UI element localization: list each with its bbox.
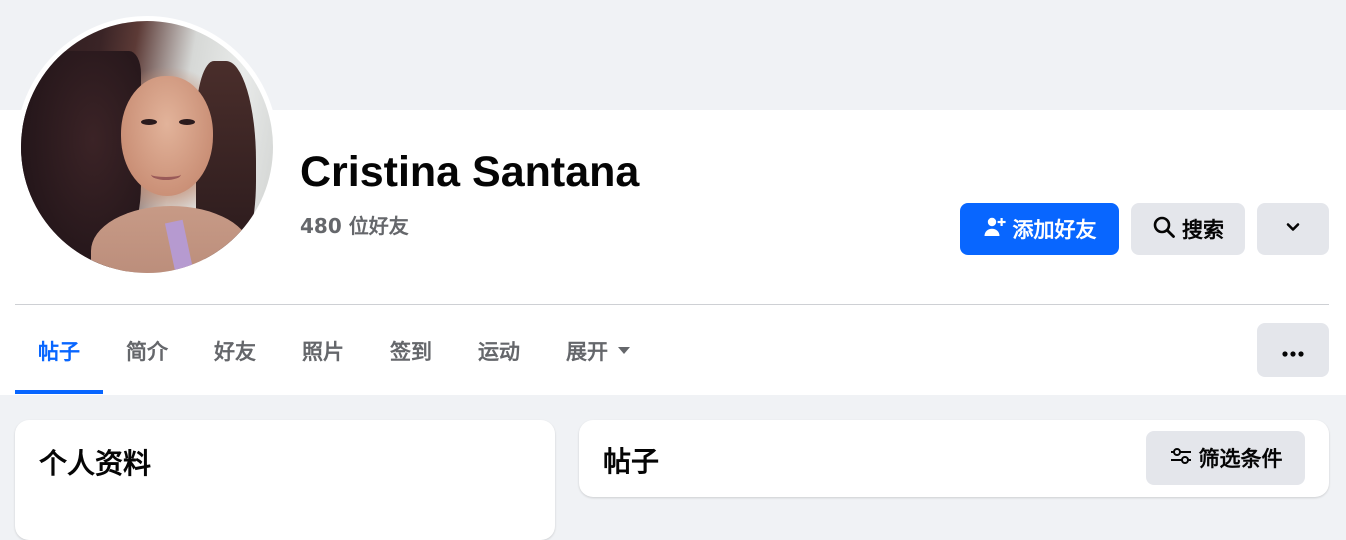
caret-down-icon	[618, 343, 630, 359]
ellipsis-icon	[1282, 338, 1304, 363]
avatar-photo	[21, 21, 273, 273]
header-divider	[15, 304, 1329, 305]
friends-count[interactable]: 480 位好友	[300, 210, 409, 239]
sliders-icon	[1169, 446, 1193, 471]
tab-photos[interactable]: 照片	[279, 320, 367, 382]
add-friend-label: 添加好友	[1012, 218, 1097, 242]
tab-sports[interactable]: 运动	[455, 320, 543, 382]
person-add-icon	[983, 215, 1007, 244]
filter-label: 筛选条件	[1198, 447, 1283, 471]
posts-card: 帖子 筛选条件	[579, 420, 1329, 497]
tab-label: 帖子	[38, 340, 80, 364]
tab-friends[interactable]: 好友	[191, 320, 279, 382]
tab-label: 照片	[302, 340, 344, 364]
tab-label: 签到	[390, 340, 432, 364]
profile-more-button[interactable]	[1257, 203, 1329, 255]
tab-more[interactable]: 展开	[543, 320, 653, 382]
search-label: 搜索	[1182, 218, 1224, 242]
profile-tabs: 帖子 简介 好友 照片 签到 运动 展开	[15, 320, 653, 394]
tab-checkins[interactable]: 签到	[367, 320, 455, 382]
search-button[interactable]: 搜索	[1131, 203, 1245, 255]
add-friend-button[interactable]: 添加好友	[960, 203, 1119, 255]
tab-about[interactable]: 简介	[103, 320, 191, 382]
tabs-more-button[interactable]	[1257, 323, 1329, 377]
profile-avatar[interactable]	[16, 16, 278, 278]
search-icon	[1152, 215, 1176, 244]
avatar-mouth	[151, 169, 181, 180]
filter-button[interactable]: 筛选条件	[1146, 431, 1305, 485]
profile-name: Cristina Santana	[300, 148, 640, 196]
tab-label: 展开	[566, 340, 608, 364]
avatar-eye-right	[179, 119, 195, 125]
tab-label: 好友	[214, 340, 256, 364]
tab-label: 简介	[126, 340, 168, 364]
avatar-eye-left	[141, 119, 157, 125]
posts-card-title: 帖子	[603, 445, 660, 478]
tab-label: 运动	[478, 340, 520, 364]
intro-card-title: 个人资料	[39, 447, 152, 480]
tab-posts[interactable]: 帖子	[15, 320, 103, 394]
intro-card: 个人资料	[15, 420, 555, 540]
chevron-down-icon	[1284, 217, 1302, 241]
